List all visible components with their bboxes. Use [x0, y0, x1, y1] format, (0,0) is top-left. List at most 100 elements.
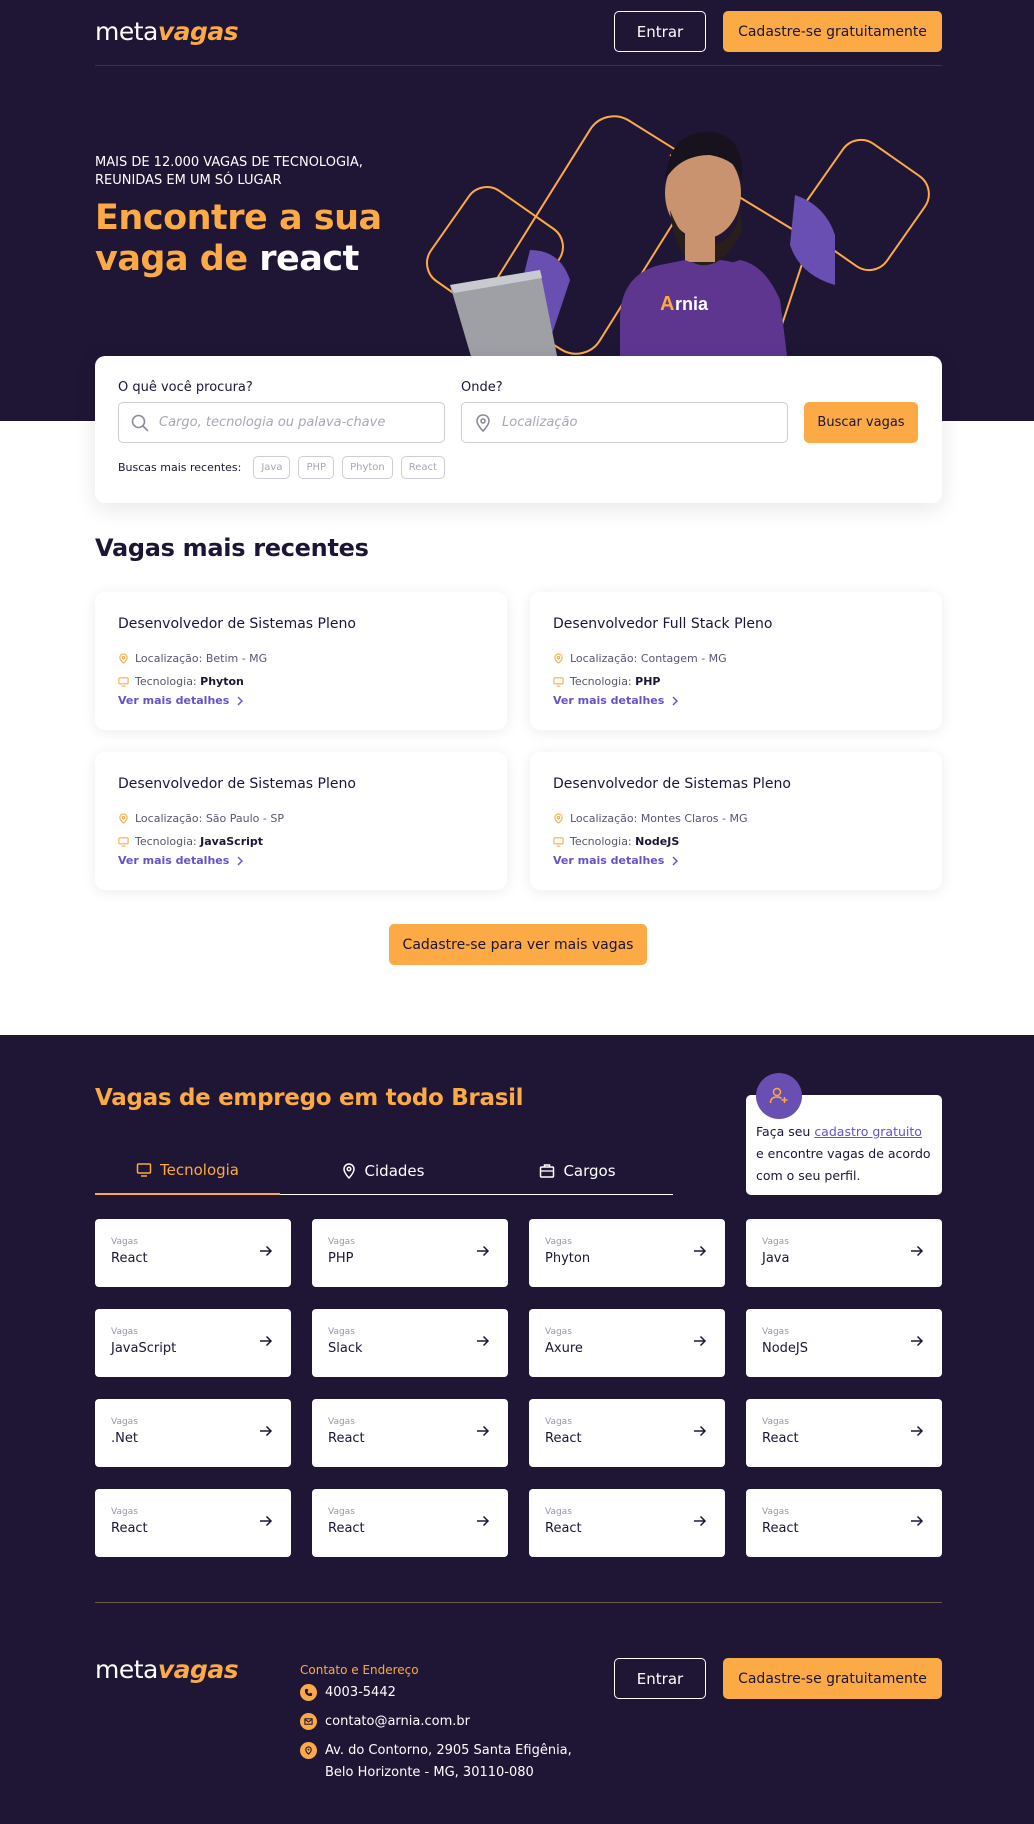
- details-link-label: Ver mais detalhes: [553, 854, 665, 867]
- job-tech: Tecnologia: PHP: [553, 675, 660, 688]
- job-category-tile[interactable]: Vagas Phyton: [529, 1219, 725, 1287]
- job-category-tile[interactable]: Vagas Axure: [529, 1309, 725, 1377]
- keyword-placeholder: Cargo, tecnologia ou palava-chave: [159, 415, 386, 430]
- details-link[interactable]: Ver mais detalhes: [553, 854, 679, 867]
- job-title: Desenvolvedor de Sistemas Pleno: [118, 616, 356, 632]
- phone-number: 4003-5442: [325, 1685, 396, 1700]
- arrow-right-icon: [694, 1425, 707, 1437]
- location-prefix: Localização:: [135, 812, 206, 825]
- mail-icon: [300, 1713, 317, 1730]
- address-line2: Belo Horizonte - MG, 30110-080: [325, 1765, 534, 1780]
- job-category-tile[interactable]: Vagas React: [95, 1489, 291, 1557]
- job-category-tile[interactable]: Vagas Slack: [312, 1309, 508, 1377]
- recent-chip-php[interactable]: PHP: [298, 456, 335, 479]
- job-card[interactable]: Desenvolvedor de Sistemas Pleno Localiza…: [530, 752, 942, 890]
- tile-caption: Vagas: [762, 1237, 789, 1247]
- free-signup-link[interactable]: cadastro gratuito: [814, 1124, 922, 1139]
- job-category-tile[interactable]: Vagas JavaScript: [95, 1309, 291, 1377]
- what-label: O quê você procura?: [118, 380, 253, 395]
- job-card[interactable]: Desenvolvedor de Sistemas Pleno Localiza…: [95, 592, 507, 730]
- arrow-right-icon: [911, 1515, 924, 1527]
- login-button[interactable]: Entrar: [614, 11, 706, 52]
- hero-subtitle-line1: MAIS DE 12.000 VAGAS DE TECNOLOGIA,: [95, 155, 363, 170]
- tab-label: Cidades: [364, 1162, 425, 1180]
- monitor-icon: [553, 837, 564, 847]
- recent-chip-java[interactable]: Java: [253, 456, 291, 479]
- job-card[interactable]: Desenvolvedor Full Stack Pleno Localizaç…: [530, 592, 942, 730]
- tab-cargos[interactable]: Cargos: [485, 1147, 670, 1195]
- tab-tecnologia[interactable]: Tecnologia: [95, 1147, 280, 1195]
- job-location: Localização: Montes Claros - MG: [553, 812, 748, 825]
- footer-divider: [95, 1602, 942, 1603]
- job-category-tile[interactable]: Vagas React: [312, 1489, 508, 1557]
- tab-cidades[interactable]: Cidades: [290, 1147, 475, 1195]
- keyword-search-input[interactable]: Cargo, tecnologia ou palava-chave: [118, 402, 445, 443]
- details-link[interactable]: Ver mais detalhes: [118, 694, 244, 707]
- tech-value: JavaScript: [200, 835, 264, 848]
- logo-vagas-text: vagas: [157, 17, 239, 46]
- footer-logo[interactable]: metavagas: [95, 1655, 239, 1684]
- location-prefix: Localização:: [135, 652, 206, 665]
- logo[interactable]: metavagas: [95, 17, 239, 46]
- tile-value: Java: [762, 1251, 790, 1266]
- arrow-right-icon: [911, 1245, 924, 1257]
- tile-caption: Vagas: [545, 1417, 572, 1427]
- tile-caption: Vagas: [328, 1237, 355, 1247]
- tile-caption: Vagas: [545, 1237, 572, 1247]
- logo-meta-text: meta: [95, 17, 158, 46]
- tile-value: React: [328, 1431, 365, 1446]
- job-category-tile[interactable]: Vagas React: [746, 1399, 942, 1467]
- tile-caption: Vagas: [762, 1327, 789, 1337]
- recent-chip-react[interactable]: React: [400, 456, 445, 479]
- hero-subtitle: MAIS DE 12.000 VAGAS DE TECNOLOGIA, REUN…: [95, 154, 385, 190]
- tile-value: JavaScript: [111, 1341, 177, 1356]
- contact-email[interactable]: contato@arnia.com.br: [300, 1711, 470, 1733]
- category-tabs: Tecnologia Cidades Cargos: [95, 1147, 673, 1195]
- location-input[interactable]: Localização: [461, 402, 788, 443]
- job-category-tile[interactable]: Vagas React: [529, 1399, 725, 1467]
- job-category-tile[interactable]: Vagas NodeJS: [746, 1309, 942, 1377]
- job-category-tile[interactable]: Vagas .Net: [95, 1399, 291, 1467]
- tech-value: NodeJS: [635, 835, 680, 848]
- top-navbar: metavagas Entrar Cadastre-se gratuitamen…: [95, 0, 942, 66]
- tile-value: NodeJS: [762, 1341, 809, 1356]
- monitor-icon: [118, 837, 129, 847]
- recent-chip-phyton[interactable]: Phyton: [342, 456, 393, 479]
- details-link[interactable]: Ver mais detalhes: [553, 694, 679, 707]
- monitor-icon: [136, 1163, 152, 1177]
- job-category-tile[interactable]: Vagas React: [95, 1219, 291, 1287]
- tile-caption: Vagas: [111, 1237, 138, 1247]
- tech-prefix: Tecnologia:: [570, 675, 636, 688]
- job-category-tile[interactable]: Vagas React: [529, 1489, 725, 1557]
- tile-value: React: [762, 1521, 799, 1536]
- location-pin-icon: [119, 653, 128, 664]
- location-pin-icon: [554, 653, 563, 664]
- job-title: Desenvolvedor Full Stack Pleno: [553, 616, 773, 632]
- logo-vagas-text: vagas: [157, 1655, 239, 1684]
- job-category-tile[interactable]: Vagas PHP: [312, 1219, 508, 1287]
- job-category-tile[interactable]: Vagas React: [746, 1489, 942, 1557]
- job-location: Localização: Contagem - MG: [553, 652, 727, 665]
- details-link[interactable]: Ver mais detalhes: [118, 854, 244, 867]
- signup-button[interactable]: Cadastre-se gratuitamente: [723, 11, 942, 52]
- tile-caption: Vagas: [328, 1417, 355, 1427]
- tile-caption: Vagas: [111, 1417, 138, 1427]
- footer-login-button[interactable]: Entrar: [614, 1658, 706, 1699]
- job-category-tile[interactable]: Vagas React: [312, 1399, 508, 1467]
- location-placeholder: Localização: [502, 415, 578, 430]
- hero-title: Encontre a sua vaga de react: [95, 198, 425, 280]
- hero-title-line2: vaga de: [95, 239, 260, 279]
- footer-signup-button[interactable]: Cadastre-se gratuitamente: [723, 1658, 942, 1699]
- search-button[interactable]: Buscar vagas: [804, 402, 918, 443]
- hero-title-line1: Encontre a sua: [95, 198, 382, 238]
- contact-phone[interactable]: 4003-5442: [300, 1682, 396, 1704]
- arrow-right-icon: [260, 1425, 273, 1437]
- job-category-tile[interactable]: Vagas Java: [746, 1219, 942, 1287]
- tab-label: Tecnologia: [160, 1161, 239, 1179]
- tech-prefix: Tecnologia:: [570, 835, 636, 848]
- arrow-right-icon: [260, 1245, 273, 1257]
- job-card[interactable]: Desenvolvedor de Sistemas Pleno Localiza…: [95, 752, 507, 890]
- tile-value: React: [545, 1521, 582, 1536]
- chevron-right-icon: [672, 696, 679, 705]
- signup-more-jobs-button[interactable]: Cadastre-se para ver mais vagas: [389, 924, 647, 965]
